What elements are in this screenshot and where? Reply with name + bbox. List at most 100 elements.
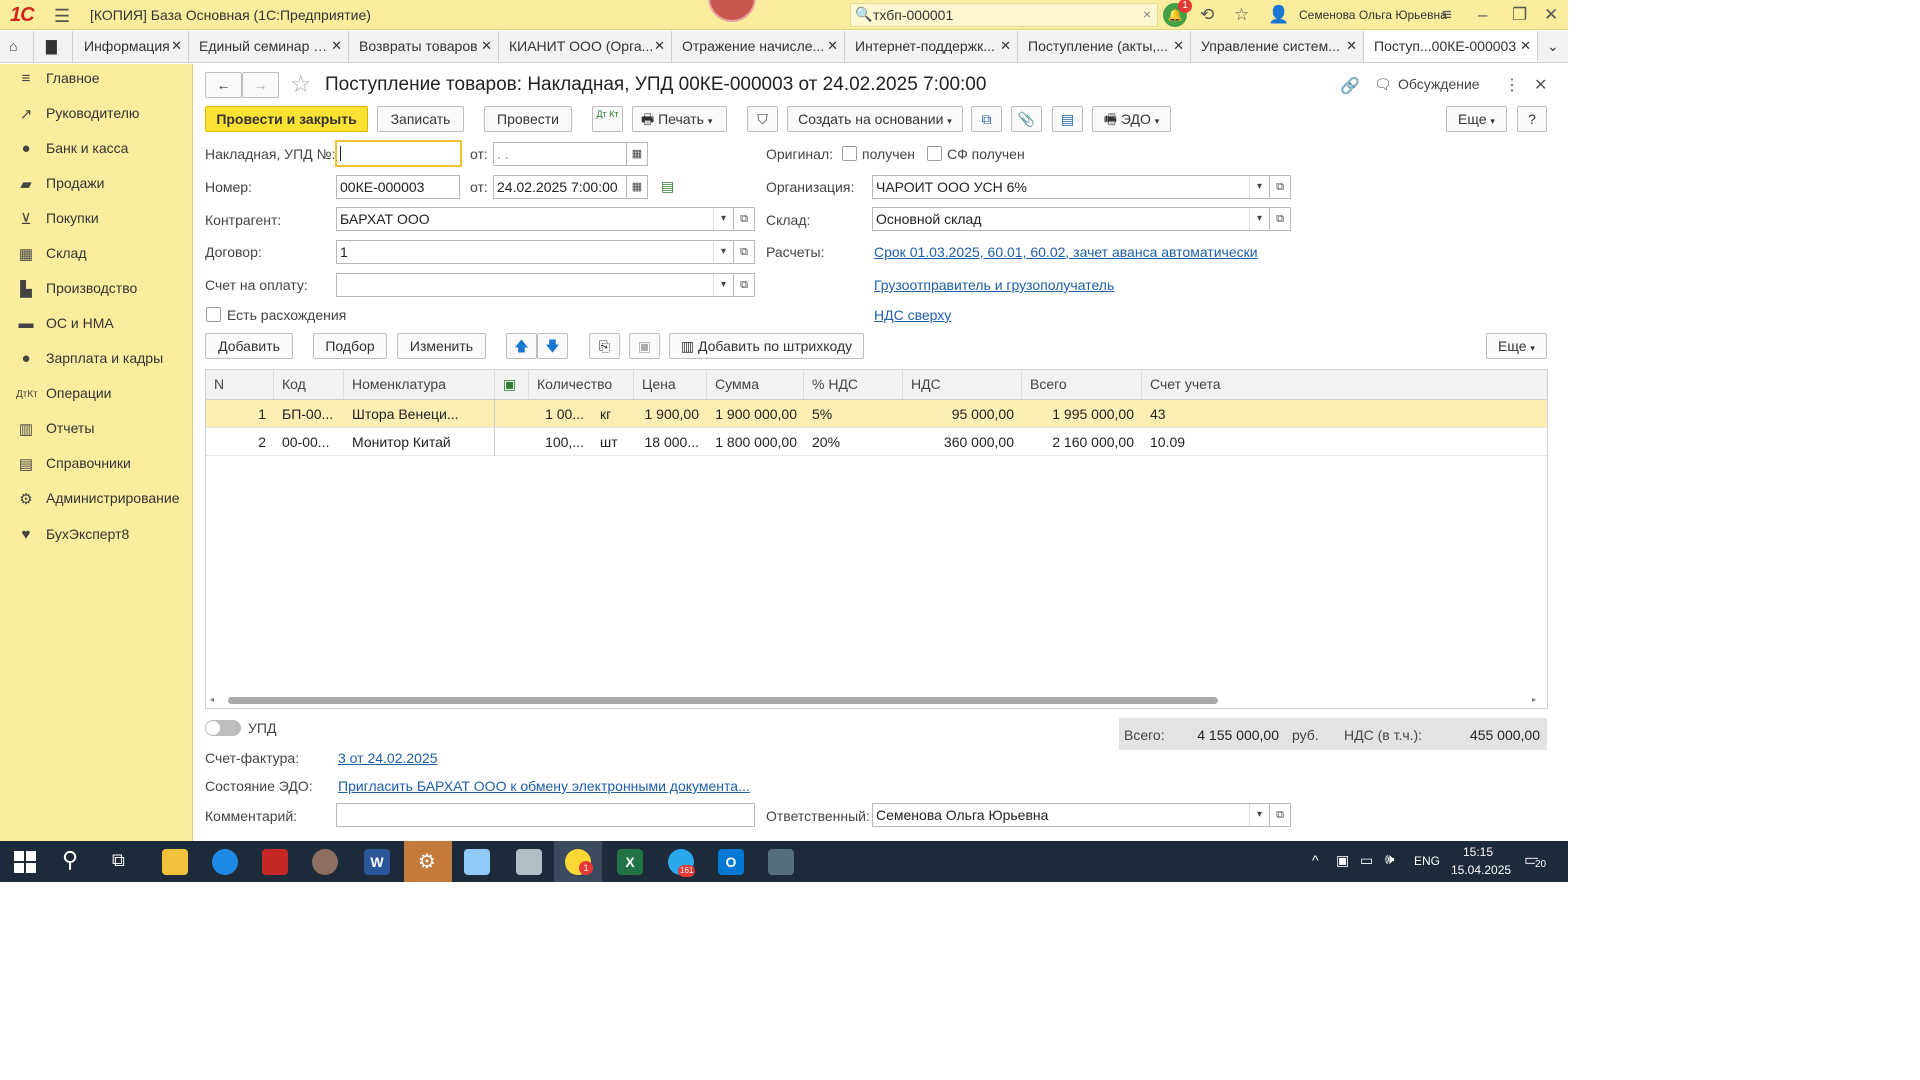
forward-button[interactable]: →	[242, 72, 279, 98]
discrepancy-checkbox[interactable]	[206, 307, 221, 322]
sidebar-item-assets[interactable]: ▬ ОС и НМА	[0, 312, 192, 342]
number-edit-icon[interactable]: ▤	[661, 178, 674, 195]
invoice-date-input[interactable]: . .	[493, 142, 627, 166]
onec-app-active[interactable]: 1	[554, 841, 602, 882]
tray-chevron-up-icon[interactable]: ^	[1312, 852, 1319, 868]
global-search-input[interactable]: 🔍 тхбп-000001 ×	[850, 3, 1158, 27]
windows-start-icon[interactable]	[14, 851, 36, 873]
dtkt-button[interactable]: Дт Кт	[592, 106, 623, 132]
invoice-date-calendar-button[interactable]: ▦	[626, 142, 648, 166]
volume-icon[interactable]: 🕪	[1385, 851, 1394, 868]
settings-app-active[interactable]: ⚙	[404, 841, 452, 882]
sidebar-item-operations[interactable]: ДтКт Операции	[0, 382, 192, 412]
discussion-button[interactable]: Обсуждение	[1398, 76, 1480, 92]
tab-system[interactable]: Управление систем... ✕	[1191, 31, 1364, 62]
task-view-icon[interactable]: ⧉	[112, 850, 125, 871]
document-list-button[interactable]: ▤	[1052, 106, 1083, 132]
tab-accrual[interactable]: Отражение начисле... ✕	[672, 31, 845, 62]
payment-invoice-open-button[interactable]: ⧉	[733, 273, 755, 297]
counterparty-open-button[interactable]: ⧉	[733, 207, 755, 231]
close-window-icon[interactable]: ✕	[1544, 5, 1558, 25]
warehouse-open-button[interactable]: ⧉	[1269, 207, 1291, 231]
organization-open-button[interactable]: ⧉	[1269, 175, 1291, 199]
move-up-button[interactable]: 🡅	[506, 333, 537, 359]
change-button[interactable]: Изменить	[397, 333, 486, 359]
sidebar-item-catalogs[interactable]: ▤ Справочники	[0, 452, 192, 482]
sidebar-item-buhexpert[interactable]: ♥ БухЭксперт8	[0, 523, 192, 553]
upd-toggle[interactable]	[205, 720, 241, 736]
restore-icon[interactable]: ❐	[1512, 5, 1527, 25]
taskbar-search-icon[interactable]: ⚲	[62, 847, 78, 873]
clock-date[interactable]: 15.04.2025	[1451, 863, 1511, 877]
tabs-overflow-button[interactable]: ⌄	[1538, 31, 1568, 62]
tab-kianit[interactable]: КИАНИТ ООО (Орга... ✕	[499, 31, 672, 62]
app-tool-icon[interactable]	[768, 849, 794, 875]
favorite-star-icon[interactable]: ☆	[290, 70, 312, 99]
add-row-button[interactable]: Добавить	[205, 333, 293, 359]
link-icon[interactable]: 🔗	[1340, 76, 1360, 96]
clock-time[interactable]: 15:15	[1463, 845, 1493, 859]
edge-browser-icon[interactable]	[212, 849, 238, 875]
discussions-tab[interactable]: ▇	[35, 31, 73, 62]
close-form-icon[interactable]: ✕	[1534, 75, 1547, 95]
edo-button[interactable]: 🖷 ЭДО ▾	[1092, 106, 1171, 132]
tab-info[interactable]: Информация ✕	[74, 31, 189, 62]
scroll-left-icon[interactable]: ◂	[210, 695, 214, 704]
tray-app-icon[interactable]: ▣	[1336, 852, 1349, 869]
sidebar-item-payroll[interactable]: ● Зарплата и кадры	[0, 347, 192, 377]
paste-rows-button[interactable]: ▣	[629, 333, 660, 359]
app-red-icon[interactable]	[262, 849, 288, 875]
organization-select[interactable]: ЧАРОИТ ООО УСН 6% ▾	[872, 175, 1270, 199]
save-button[interactable]: Записать	[377, 106, 464, 132]
sidebar-item-reports[interactable]: ▥ Отчеты	[0, 417, 192, 447]
favorites-star-icon[interactable]: ☆	[1234, 5, 1249, 25]
notifications-bell-icon[interactable]: 🔔 1	[1163, 0, 1192, 27]
date-calendar-button[interactable]: ▦	[626, 175, 648, 199]
col-header-excel[interactable]: ▣	[495, 370, 529, 400]
attach-button[interactable]: 📎	[1011, 106, 1042, 132]
sidebar-item-main[interactable]: ≡ Главное	[0, 67, 192, 97]
clear-search-icon[interactable]: ×	[1143, 6, 1151, 22]
sidebar-item-warehouse[interactable]: ▦ Склад	[0, 242, 192, 272]
date-input[interactable]: 24.02.2025 7:00:00	[493, 175, 627, 199]
remote-desktop-icon[interactable]	[516, 849, 542, 875]
post-and-close-button[interactable]: Провести и закрыть	[205, 106, 368, 132]
tab-seminar[interactable]: Единый семинар 1С ✕	[189, 31, 349, 62]
post-button[interactable]: Провести	[484, 106, 572, 132]
minimize-icon[interactable]: –	[1478, 5, 1487, 25]
sidebar-item-bank[interactable]: ● Банк и касса	[0, 137, 192, 167]
col-header-quantity[interactable]: Количество	[529, 370, 634, 400]
invoice-number-input[interactable]	[335, 140, 462, 167]
vat-on-top-link[interactable]: НДС сверху	[874, 307, 951, 323]
network-icon[interactable]: ▭	[1360, 852, 1373, 869]
main-menu-icon[interactable]: ☰	[54, 6, 70, 27]
invoice-sf-link[interactable]: 3 от 24.02.2025	[338, 750, 438, 766]
structure-button[interactable]: ⧉	[971, 106, 1002, 132]
copy-rows-button[interactable]: ⎘	[589, 333, 620, 359]
file-explorer-icon[interactable]	[162, 849, 188, 875]
home-tab[interactable]: ⌂	[0, 31, 34, 62]
col-header-code[interactable]: Код	[274, 370, 344, 400]
comment-input[interactable]	[336, 803, 755, 827]
user-icon[interactable]: 👤	[1268, 5, 1289, 25]
tab-support[interactable]: Интернет-поддержк... ✕	[845, 31, 1018, 62]
table-row[interactable]: 2 00-00... Монитор Китай 100,... шт 18 0…	[206, 428, 1547, 456]
sidebar-item-director[interactable]: ↗ Руководителю	[0, 102, 192, 132]
tab-returns[interactable]: Возвраты товаров ✕	[349, 31, 499, 62]
col-header-nomenclature[interactable]: Номенклатура	[344, 370, 495, 400]
tab-receipts[interactable]: Поступление (акты,... ✕	[1018, 31, 1191, 62]
responsible-open-button[interactable]: ⧉	[1269, 803, 1291, 827]
col-header-sum[interactable]: Сумма	[707, 370, 804, 400]
outlook-icon[interactable]: O	[718, 849, 744, 875]
col-header-account[interactable]: Счет учета	[1142, 370, 1547, 400]
more-vertical-icon[interactable]: ⋮	[1504, 75, 1520, 95]
add-by-barcode-button[interactable]: ▥ Добавить по штрихкоду	[669, 333, 864, 359]
pick-button[interactable]: Подбор	[313, 333, 387, 359]
language-indicator[interactable]: ENG	[1414, 854, 1440, 868]
responsible-select[interactable]: Семенова Ольга Юрьевна ▾	[872, 803, 1270, 827]
action-center-icon[interactable]: ▭ 20	[1524, 850, 1547, 870]
discussion-icon[interactable]: 🗨	[1374, 76, 1392, 93]
settings-menu-icon[interactable]: ≡	[1442, 5, 1452, 25]
table-row[interactable]: 1 БП-00... Штора Венеци... 1 00... кг 1 …	[206, 400, 1547, 428]
original-received-checkbox[interactable]	[842, 146, 857, 161]
